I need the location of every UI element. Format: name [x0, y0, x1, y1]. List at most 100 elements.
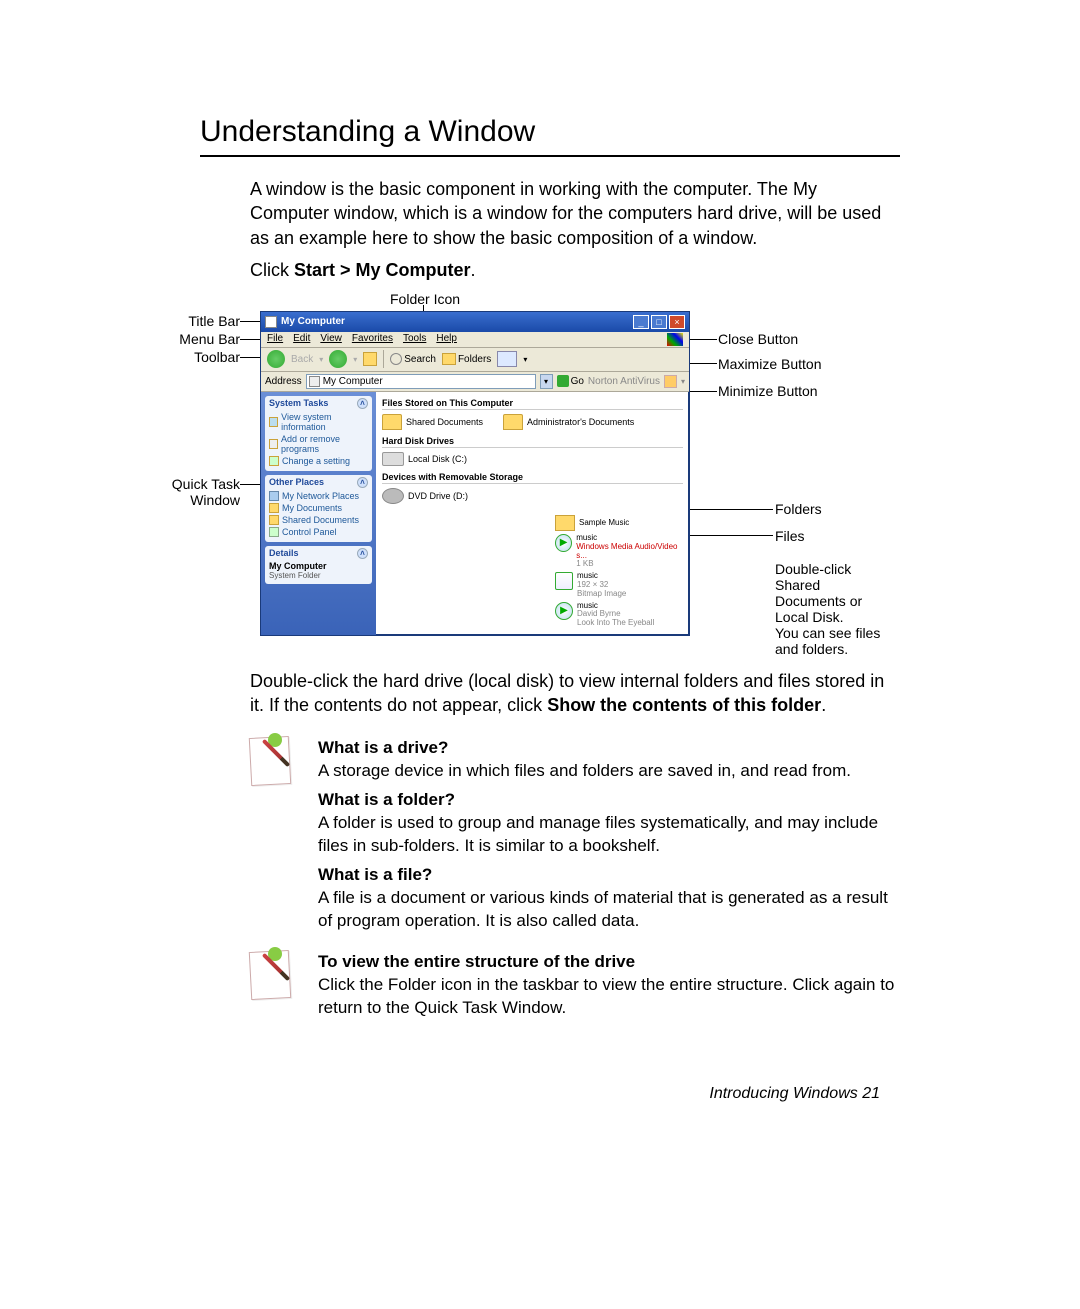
preview-file-2-meta2: Bitmap Image — [577, 590, 626, 599]
item-dvd-drive[interactable]: DVD Drive (D:) — [382, 488, 468, 504]
folders-button[interactable]: Folders — [442, 353, 491, 365]
link-network-places-label: My Network Places — [282, 491, 359, 501]
page-footer: Introducing Windows 21 — [709, 1085, 880, 1103]
link-control-panel[interactable]: Control Panel — [269, 526, 368, 538]
note1-p1: A storage device in which files and fold… — [318, 760, 900, 783]
address-bar: Address My Computer ▾ Go Norton AntiViru… — [261, 372, 689, 392]
forward-dropdown[interactable]: ▾ — [353, 355, 357, 364]
intro-paragraph: A window is the basic component in worki… — [250, 177, 900, 250]
address-icon — [309, 376, 320, 387]
preview-file-1[interactable]: ▶ musicWindows Media Audio/Video s...1 K… — [555, 534, 685, 569]
title-rule — [200, 155, 900, 157]
collapse-icon[interactable]: ˄ — [357, 477, 368, 488]
link-change-setting-label: Change a setting — [282, 456, 350, 466]
my-computer-icon — [265, 316, 277, 328]
item-local-disk-label: Local Disk (C:) — [408, 454, 467, 464]
network-icon — [269, 491, 279, 501]
label-maximize-button: Maximize Button — [718, 356, 821, 374]
menu-edit[interactable]: Edit — [293, 333, 310, 346]
address-dropdown[interactable]: ▾ — [540, 374, 553, 389]
close-button[interactable]: × — [669, 315, 685, 329]
folder-icon — [555, 515, 575, 531]
go-icon — [557, 375, 569, 387]
link-add-remove-label: Add or remove programs — [281, 434, 368, 454]
note1-h3: What is a file? — [318, 864, 900, 887]
label-folders: Folders — [775, 501, 822, 519]
click-prefix: Click — [250, 260, 294, 280]
link-my-documents[interactable]: My Documents — [269, 502, 368, 514]
preview-file-3-meta2: Look Into The Eyeball — [577, 619, 654, 628]
panel-system-tasks: System Tasks ˄ View system information Ad… — [265, 396, 372, 471]
forward-button[interactable] — [329, 350, 347, 368]
window-title: My Computer — [281, 316, 629, 327]
section-hard-disk: Hard Disk Drives — [382, 436, 683, 448]
item-shared-documents-label: Shared Documents — [406, 417, 483, 427]
preview-file-1-meta2: 1 KB — [576, 560, 685, 569]
back-dropdown[interactable]: ▾ — [319, 355, 323, 364]
note-block-1: What is a drive? A storage device in whi… — [250, 737, 900, 933]
link-my-documents-label: My Documents — [282, 503, 342, 513]
go-button[interactable]: Go — [557, 375, 584, 387]
menu-tools[interactable]: Tools — [403, 333, 426, 346]
menu-view[interactable]: View — [320, 333, 342, 346]
label-dbl4: Local Disk. — [775, 609, 843, 627]
collapse-icon[interactable]: ˄ — [357, 398, 368, 409]
collapse-icon[interactable]: ˄ — [357, 548, 368, 559]
note1-p2: A folder is used to group and manage fil… — [318, 812, 900, 858]
link-shared-documents-label: Shared Documents — [282, 515, 359, 525]
views-button[interactable] — [497, 351, 517, 367]
menu-help[interactable]: Help — [436, 333, 457, 346]
details-title: Details — [269, 548, 299, 559]
link-network-places[interactable]: My Network Places — [269, 490, 368, 502]
label-minimize-button: Minimize Button — [718, 383, 818, 401]
search-icon — [390, 353, 402, 365]
item-local-disk[interactable]: Local Disk (C:) — [382, 452, 467, 466]
norton-icon[interactable] — [664, 375, 677, 388]
media-icon: ▶ — [555, 534, 572, 552]
link-change-setting[interactable]: Change a setting — [269, 455, 368, 467]
minimize-button[interactable]: _ — [633, 315, 649, 329]
link-shared-documents[interactable]: Shared Documents — [269, 514, 368, 526]
item-dvd-drive-label: DVD Drive (D:) — [408, 491, 468, 501]
note-icon — [250, 737, 300, 792]
label-folder-icon: Folder Icon — [390, 291, 460, 309]
label-dbl1: Double-click — [775, 561, 851, 579]
folder-icon — [382, 414, 402, 430]
preview-folder[interactable]: Sample Music — [555, 515, 685, 531]
label-quick-task-l2: Window — [140, 492, 240, 510]
drive-icon — [382, 452, 404, 466]
folders-label: Folders — [458, 354, 491, 365]
maximize-button[interactable]: □ — [651, 315, 667, 329]
media-icon: ▶ — [555, 602, 573, 620]
address-field[interactable]: My Computer — [306, 374, 536, 389]
setting-icon — [269, 456, 279, 466]
preview-file-2[interactable]: music192 × 32Bitmap Image — [555, 572, 685, 598]
system-tasks-title: System Tasks — [269, 398, 328, 409]
menu-favorites[interactable]: Favorites — [352, 333, 393, 346]
back-button[interactable] — [267, 350, 285, 368]
label-files: Files — [775, 528, 805, 546]
page-title: Understanding a Window — [200, 115, 900, 149]
link-add-remove[interactable]: Add or remove programs — [269, 433, 368, 455]
go-label: Go — [571, 376, 584, 387]
link-view-system-info[interactable]: View system information — [269, 411, 368, 433]
search-button[interactable]: Search — [390, 353, 436, 365]
up-button[interactable] — [363, 352, 377, 366]
item-shared-documents[interactable]: Shared Documents — [382, 414, 483, 430]
norton-label: Norton AntiVirus — [588, 376, 660, 387]
preview-file-1-meta1: Windows Media Audio/Video s... — [576, 543, 685, 561]
menu-file[interactable]: File — [267, 333, 283, 346]
note2-p: Click the Folder icon in the taskbar to … — [318, 974, 900, 1020]
label-toolbar: Toolbar — [140, 349, 240, 367]
preview-overlay: Sample Music ▶ musicWindows Media Audio/… — [555, 515, 685, 631]
note2-h: To view the entire structure of the driv… — [318, 951, 900, 974]
label-title-bar: Title Bar — [140, 313, 240, 331]
preview-folder-label: Sample Music — [579, 518, 629, 527]
xp-window: My Computer _ □ × File Edit View Favorit… — [260, 311, 690, 636]
titlebar[interactable]: My Computer _ □ × — [261, 312, 689, 332]
preview-file-3[interactable]: ▶ musicDavid ByrneLook Into The Eyeball — [555, 602, 685, 628]
label-dbl2: Shared — [775, 577, 820, 595]
item-admin-documents[interactable]: Administrator's Documents — [503, 414, 634, 430]
details-item-sub: System Folder — [269, 571, 368, 580]
label-menu-bar: Menu Bar — [140, 331, 240, 349]
